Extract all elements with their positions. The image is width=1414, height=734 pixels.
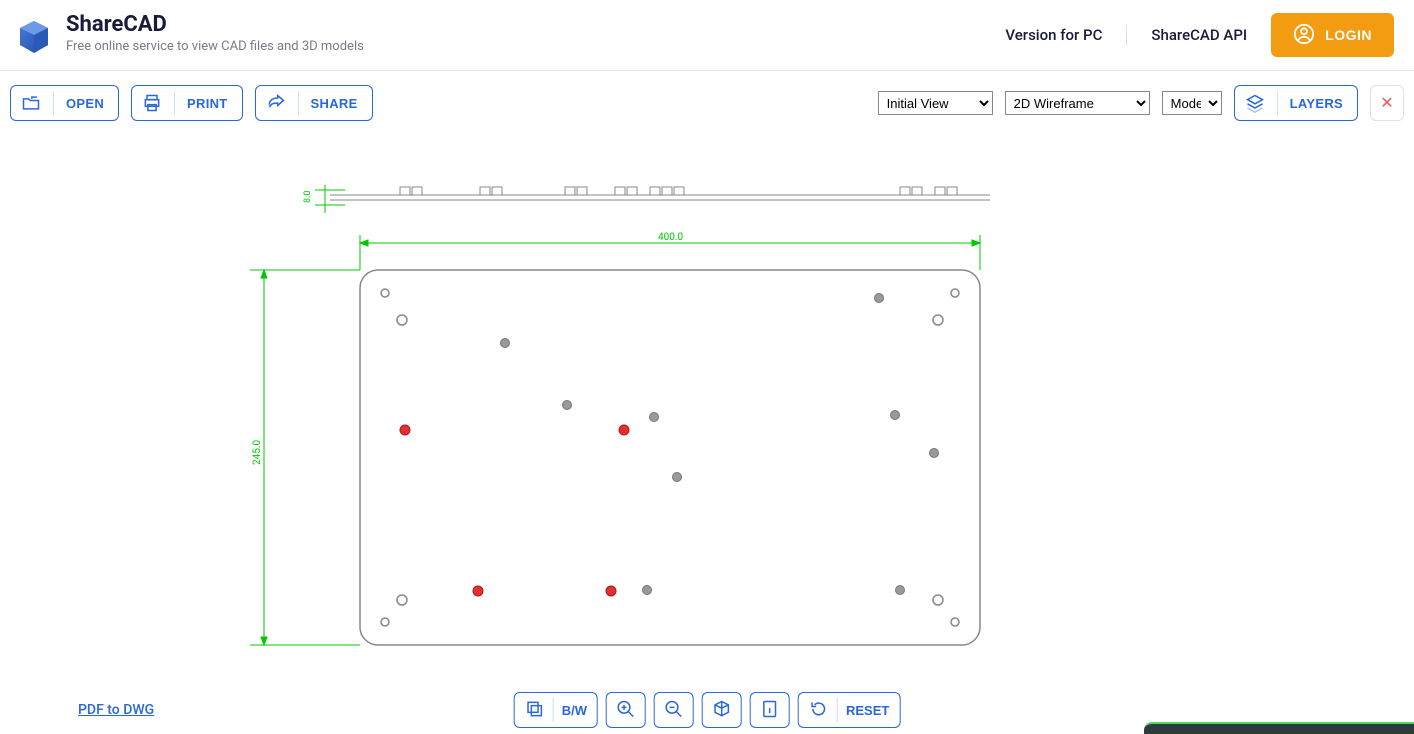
- visual-style-select[interactable]: 2D Wireframe: [1005, 91, 1150, 115]
- info-button[interactable]: [750, 692, 790, 728]
- zoom-out-icon: [664, 699, 684, 722]
- cad-drawing: 8.0 400.0 245.0: [250, 185, 990, 695]
- api-link[interactable]: ShareCAD API: [1151, 26, 1247, 44]
- layers-button[interactable]: LAYERS: [1234, 85, 1358, 121]
- print-button[interactable]: PRINT: [131, 85, 243, 121]
- top-dim-label: 8.0: [303, 191, 313, 204]
- sharecad-logo-icon: [14, 17, 54, 57]
- open-button[interactable]: OPEN: [10, 85, 119, 121]
- print-label: PRINT: [187, 96, 228, 111]
- header: ShareCAD Free online service to view CAD…: [0, 0, 1414, 71]
- view-select[interactable]: Initial View: [878, 91, 993, 115]
- zoom-in-button[interactable]: [606, 692, 646, 728]
- folder-open-icon: [21, 93, 41, 113]
- layers-label: LAYERS: [1290, 96, 1343, 111]
- reset-icon: [809, 699, 829, 722]
- cad-viewport[interactable]: 8.0 400.0 245.0: [0, 135, 1414, 686]
- share-label: SHARE: [311, 96, 358, 111]
- brand-block: ShareCAD Free online service to view CAD…: [14, 13, 364, 57]
- bottom-bar: PDF to DWG B/W RESET: [0, 686, 1414, 734]
- printer-icon: [142, 93, 162, 113]
- zoom-in-icon: [616, 699, 636, 722]
- layers-icon: [1245, 93, 1265, 113]
- pdf-to-dwg-link[interactable]: PDF to DWG: [78, 702, 154, 718]
- login-button[interactable]: LOGIN: [1271, 13, 1394, 57]
- orbit-button[interactable]: [702, 692, 742, 728]
- bw-toggle-button[interactable]: B/W: [514, 692, 598, 728]
- reset-label: RESET: [846, 703, 889, 718]
- chat-widget[interactable]: [1144, 722, 1414, 734]
- height-dim-label: 245.0: [252, 440, 263, 465]
- open-label: OPEN: [66, 96, 104, 111]
- info-icon: [760, 699, 780, 722]
- reset-button[interactable]: RESET: [798, 692, 900, 728]
- version-pc-link[interactable]: Version for PC: [1005, 26, 1102, 44]
- separator: [1126, 25, 1127, 45]
- width-dim-label: 400.0: [658, 232, 683, 243]
- space-select[interactable]: Model: [1162, 91, 1222, 115]
- zoom-out-button[interactable]: [654, 692, 694, 728]
- brand-subtitle: Free online service to view CAD files an…: [66, 39, 364, 56]
- brand-title: ShareCAD: [66, 13, 364, 37]
- close-icon: ✕: [1380, 93, 1393, 113]
- login-label: LOGIN: [1325, 27, 1372, 43]
- share-button[interactable]: SHARE: [255, 85, 373, 121]
- share-arrow-icon: [266, 93, 286, 113]
- user-icon: [1293, 23, 1315, 48]
- toolbar: OPEN PRINT SHARE Initial View 2D Wirefra…: [0, 71, 1414, 135]
- close-button[interactable]: ✕: [1370, 85, 1404, 121]
- cube-icon: [712, 699, 732, 722]
- bw-label: B/W: [562, 703, 587, 718]
- bw-icon: [525, 699, 545, 722]
